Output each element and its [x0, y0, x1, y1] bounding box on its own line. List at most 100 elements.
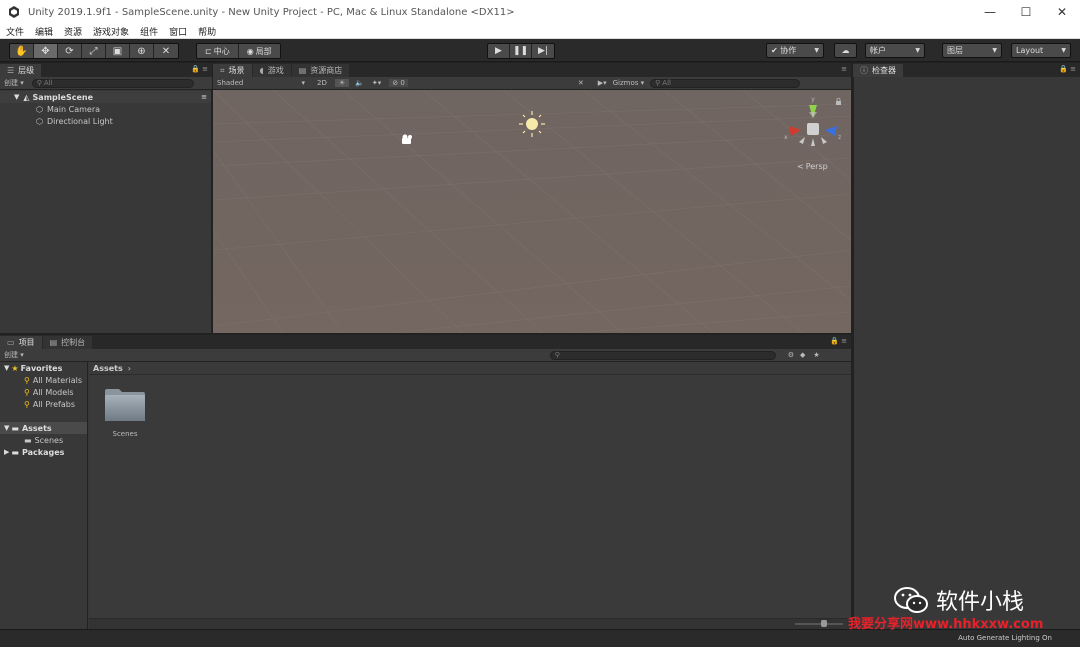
scene-name: SampleScene — [32, 92, 93, 102]
account-dropdown[interactable]: 帐户 ▼ — [865, 43, 925, 58]
search-icon: ⚲ — [36, 79, 42, 87]
menu-help[interactable]: 帮助 — [198, 25, 216, 38]
layers-dropdown[interactable]: 图层 ▼ — [942, 43, 1002, 58]
menu-assets[interactable]: 资源 — [64, 25, 82, 38]
audio-toggle-icon[interactable]: 🔈 — [355, 79, 364, 87]
create-dropdown[interactable]: 创建 ▾ — [4, 78, 24, 88]
info-icon: ⓘ — [860, 66, 868, 75]
tab-game[interactable]: ◖ 游戏 — [252, 64, 291, 77]
expand-arrow-icon[interactable]: ▼ — [14, 93, 19, 101]
folder-icon: ▬ — [11, 423, 19, 433]
search-icon: ⚲ — [655, 79, 661, 87]
panel-menu-icon[interactable]: ≡ — [841, 65, 847, 73]
breadcrumb-item[interactable]: Assets — [93, 364, 123, 373]
hierarchy-item[interactable]: ⬡ Main Camera — [0, 103, 211, 115]
packages-row[interactable]: ▶ ▬ Packages — [0, 446, 87, 458]
favorite-item[interactable]: ⚲ All Models — [0, 386, 87, 398]
menu-gameobject[interactable]: 游戏对象 — [93, 25, 129, 38]
assets-child-row[interactable]: ▬ Scenes — [0, 434, 87, 446]
shading-dropdown[interactable]: Shaded ▾ — [217, 79, 309, 87]
pause-icon[interactable]: ❚❚ — [510, 44, 532, 58]
favorite-item[interactable]: ⚲ All Materials — [0, 374, 87, 386]
play-icon[interactable]: ▶ — [488, 44, 510, 58]
rotate-tool-icon[interactable]: ⟳ — [58, 44, 82, 58]
lighting-toggle-icon[interactable]: ☀ — [334, 79, 350, 87]
collab-dropdown[interactable]: ✔ 协作 ▼ — [766, 43, 824, 58]
scene-tabstrip: ⌗ 场景 ◖ 游戏 ▤ 资源商店 — [213, 63, 851, 77]
filter-label-icon[interactable]: ◆ — [800, 351, 805, 359]
expand-arrow-icon[interactable]: ▶ — [4, 448, 9, 456]
expand-arrow-icon[interactable]: ▼ — [4, 364, 9, 372]
tab-scene[interactable]: ⌗ 场景 — [213, 64, 252, 77]
tab-asset-store[interactable]: ▤ 资源商店 — [291, 64, 350, 77]
transform-tool-icon[interactable]: ⊕ — [130, 44, 154, 58]
pivot-local-button[interactable]: ◉ 局部 — [238, 44, 280, 58]
tab-console[interactable]: ▤ 控制台 — [42, 336, 93, 349]
layout-dropdown[interactable]: Layout ▼ — [1011, 43, 1071, 58]
camera-icon[interactable]: ▶▾ — [598, 79, 607, 87]
scene-viewport[interactable]: y x z < Persp — [213, 90, 851, 333]
panel-menu-icon[interactable]: 🔒 ≡ — [1059, 65, 1076, 73]
close-button[interactable]: ✕ — [1044, 0, 1080, 24]
panel-menu-icon[interactable]: 🔒 ≡ — [830, 337, 847, 345]
scene-grid: y x z < Persp — [213, 90, 851, 333]
rect-tool-icon[interactable]: ▣ — [106, 44, 130, 58]
menu-window[interactable]: 窗口 — [169, 25, 187, 38]
hidden-objects-toggle[interactable]: ⊘ 0 — [389, 79, 408, 87]
unity-scene-icon: ◭ — [23, 92, 30, 102]
persp-label[interactable]: < Persp — [797, 162, 828, 171]
toggle-2d-button[interactable]: 2D — [313, 79, 331, 87]
favorite-star-icon[interactable]: ★ — [813, 351, 819, 359]
search-placeholder: All — [662, 79, 671, 87]
pivot-icon: ⊏ — [205, 46, 212, 56]
panel-menu-icon[interactable]: 🔒 ≡ — [191, 65, 208, 73]
menu-edit[interactable]: 编辑 — [35, 25, 53, 38]
hierarchy-item[interactable]: ⬡ Directional Light — [0, 115, 211, 127]
gizmos-dropdown[interactable]: Gizmos ▾ — [613, 79, 645, 87]
hand-tool-icon[interactable]: ✋ — [10, 44, 34, 58]
custom-tool-icon[interactable]: ✕ — [154, 44, 178, 58]
tab-hierarchy[interactable]: ☰ 层级 — [0, 64, 42, 77]
move-tool-icon[interactable]: ✥ — [34, 44, 58, 58]
scene-search-input[interactable]: ⚲ All — [650, 78, 801, 88]
tools-icon[interactable]: ✕ — [578, 79, 584, 87]
gameobject-icon: ⬡ — [36, 104, 43, 114]
grid-icon: ⌗ — [220, 65, 225, 75]
unity-logo-icon — [6, 4, 22, 20]
persp-arrow-icon: < — [797, 162, 804, 171]
maximize-button[interactable]: ☐ — [1008, 0, 1044, 24]
hierarchy-search-input[interactable]: ⚲ All — [31, 78, 194, 88]
scene-toolbar: Shaded ▾ 2D ☀ 🔈 ✦▾ ⊘ 0 ✕ ▶▾ Gizmos ▾ ⚲ All — [213, 77, 851, 90]
hierarchy-tabstrip: ☰ 层级 — [0, 63, 212, 77]
chevron-right-icon: › — [127, 363, 131, 373]
slider-thumb[interactable] — [821, 620, 827, 627]
filter-type-icon[interactable]: ⚙ — [788, 351, 794, 359]
create-dropdown[interactable]: 创建 ▾ — [4, 350, 24, 360]
favorite-item-label: All Materials — [32, 375, 82, 385]
transform-tools: ✋ ✥ ⟳ ⤢ ▣ ⊕ ✕ — [9, 43, 179, 59]
minimize-button[interactable]: — — [972, 0, 1008, 24]
menu-bar: 文件 编辑 资源 游戏对象 组件 窗口 帮助 — [0, 24, 1080, 39]
pivot-center-button[interactable]: ⊏ 中心 — [197, 44, 239, 58]
camera-gizmo-icon[interactable] — [402, 134, 412, 145]
asset-folder-item[interactable]: Scenes — [103, 387, 149, 439]
menu-file[interactable]: 文件 — [6, 25, 24, 38]
scene-menu-icon[interactable]: ≡ — [201, 93, 207, 101]
icon-size-slider[interactable] — [795, 623, 843, 625]
favorites-row[interactable]: ▼ ★ Favorites — [0, 362, 87, 374]
menu-component[interactable]: 组件 — [140, 25, 158, 38]
expand-arrow-icon[interactable]: ▼ — [4, 424, 9, 432]
project-search-input[interactable]: ⚲ — [549, 350, 776, 360]
assets-row[interactable]: ▼ ▬ Assets — [0, 422, 87, 434]
step-icon[interactable]: ▶| — [532, 44, 554, 58]
inspector-tab-label: 检查器 — [872, 66, 896, 75]
project-tree: ▼ ★ Favorites ⚲ All Materials ⚲ All Models… — [0, 362, 88, 629]
effects-dropdown-icon[interactable]: ✦▾ — [372, 79, 381, 87]
scene-row[interactable]: ▼ ◭ SampleScene ≡ — [0, 91, 211, 103]
favorite-item[interactable]: ⚲ All Prefabs — [0, 398, 87, 410]
tab-inspector[interactable]: ⓘ 检查器 — [853, 64, 903, 77]
cloud-button[interactable]: ☁ — [834, 43, 857, 58]
tab-project[interactable]: ▭ 项目 — [0, 336, 42, 349]
scale-tool-icon[interactable]: ⤢ — [82, 44, 106, 58]
assets-child-label: Scenes — [34, 435, 64, 445]
